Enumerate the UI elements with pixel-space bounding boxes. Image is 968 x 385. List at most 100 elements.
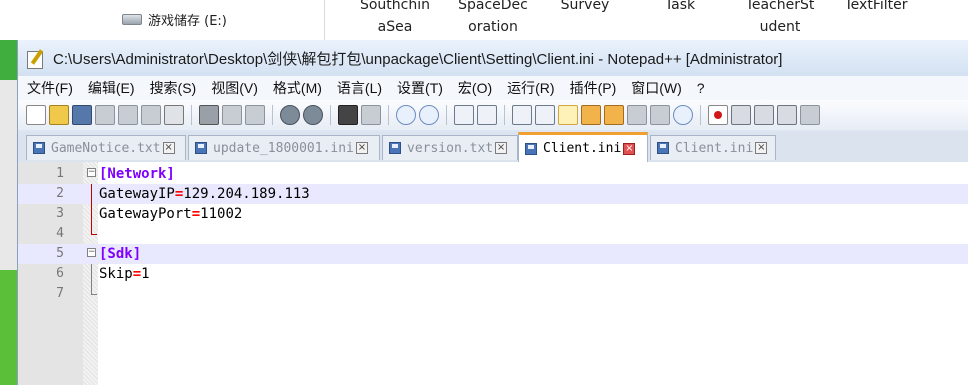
close-tab-icon[interactable]: × bbox=[755, 142, 768, 154]
close-tab-icon[interactable]: × bbox=[623, 142, 636, 155]
copy-icon[interactable] bbox=[222, 105, 242, 125]
line-number: 1 bbox=[56, 166, 64, 181]
folder-item[interactable]: SpaceDec oration bbox=[448, 0, 538, 38]
folder-item[interactable]: Survey bbox=[545, 0, 625, 16]
code-text: GatewayPort=11002 bbox=[99, 204, 242, 224]
fold-collapse-icon[interactable]: − bbox=[87, 168, 96, 177]
cut-icon[interactable] bbox=[199, 105, 219, 125]
menu-help[interactable]: ? bbox=[688, 80, 711, 96]
indent-guide-icon[interactable] bbox=[558, 105, 578, 125]
menu-window[interactable]: 窗口(W) bbox=[622, 78, 688, 98]
folder-item[interactable]: Southchin aSea bbox=[350, 0, 440, 38]
save-icon[interactable] bbox=[72, 105, 92, 125]
tab-client-ini-active[interactable]: Client.ini × bbox=[518, 132, 648, 162]
text-editor[interactable]: 1 − [Network] 2 GatewayIP=129.204.189.11… bbox=[18, 162, 968, 385]
code-text: Skip=1 bbox=[99, 264, 150, 284]
fold-line bbox=[91, 264, 92, 284]
macro-record-icon[interactable] bbox=[708, 105, 728, 125]
line-number: 3 bbox=[56, 206, 64, 221]
notepad-app-icon bbox=[27, 49, 47, 69]
folder-name-line1: Survey bbox=[560, 0, 610, 13]
code-line[interactable]: 7 bbox=[18, 284, 968, 304]
menu-file[interactable]: 文件(F) bbox=[18, 78, 79, 98]
line-number: 2 bbox=[56, 186, 64, 201]
menu-edit[interactable]: 编辑(E) bbox=[79, 78, 141, 98]
paste-icon[interactable] bbox=[245, 105, 265, 125]
menu-language[interactable]: 语言(L) bbox=[328, 78, 388, 98]
macro-run-multiple-icon[interactable] bbox=[777, 105, 797, 125]
new-file-icon[interactable] bbox=[26, 105, 46, 125]
background-window-edge bbox=[0, 0, 17, 385]
tab-label: version.txt bbox=[407, 140, 494, 156]
fold-line bbox=[91, 224, 92, 234]
editor-lines: 1 − [Network] 2 GatewayIP=129.204.189.11… bbox=[18, 164, 968, 304]
document-map-icon[interactable] bbox=[581, 105, 601, 125]
save-all-icon[interactable] bbox=[95, 105, 115, 125]
fold-line-end bbox=[91, 294, 97, 295]
drive-item-e[interactable]: 游戏储存 (E:) bbox=[122, 10, 227, 29]
replace-icon[interactable] bbox=[361, 105, 381, 125]
code-line[interactable]: 4 bbox=[18, 224, 968, 244]
code-line[interactable]: 3 GatewayPort=11002 bbox=[18, 204, 968, 224]
menu-macro[interactable]: 宏(O) bbox=[449, 78, 498, 98]
line-number: 7 bbox=[56, 286, 64, 301]
tab-label: Client.ini bbox=[675, 140, 754, 156]
toolbar-separator bbox=[388, 105, 389, 125]
macro-stop-icon[interactable] bbox=[731, 105, 751, 125]
code-text: [Network] bbox=[99, 164, 175, 184]
menu-search[interactable]: 搜索(S) bbox=[141, 78, 203, 98]
fold-line bbox=[91, 184, 92, 204]
close-tab-icon[interactable]: × bbox=[355, 142, 368, 154]
tab-label: update_1800001.ini bbox=[213, 140, 354, 156]
close-tab-icon[interactable]: × bbox=[495, 142, 508, 154]
fold-line bbox=[91, 204, 92, 224]
eye-icon[interactable] bbox=[673, 105, 693, 125]
menu-view[interactable]: 视图(V) bbox=[202, 78, 264, 98]
folder-item[interactable]: Task bbox=[645, 0, 715, 16]
folder-item[interactable]: TextFilter bbox=[836, 0, 916, 16]
macro-save-icon[interactable] bbox=[800, 105, 820, 125]
sync-vertical-icon[interactable] bbox=[454, 105, 474, 125]
folder-item[interactable]: TeacherSt udent bbox=[735, 0, 825, 38]
folder-name-line2: aSea bbox=[377, 19, 413, 35]
ini-key: Skip bbox=[99, 266, 133, 282]
code-line[interactable]: 6 Skip=1 bbox=[18, 264, 968, 284]
close-all-icon[interactable] bbox=[141, 105, 161, 125]
tab-update[interactable]: update_1800001.ini × bbox=[188, 135, 380, 160]
close-tab-icon[interactable]: × bbox=[162, 142, 175, 154]
window-title: C:\Users\Administrator\Desktop\剑侠\解包打包\u… bbox=[53, 50, 783, 68]
function-list-icon[interactable] bbox=[604, 105, 624, 125]
sync-horizontal-icon[interactable] bbox=[477, 105, 497, 125]
title-bar[interactable]: C:\Users\Administrator\Desktop\剑侠\解包打包\u… bbox=[18, 40, 968, 76]
menu-run[interactable]: 运行(R) bbox=[498, 78, 560, 98]
macro-play-icon[interactable] bbox=[754, 105, 774, 125]
tab-client-ini[interactable]: Client.ini × bbox=[650, 135, 776, 160]
tab-gamenotice[interactable]: GameNotice.txt × bbox=[26, 135, 186, 160]
code-line-current[interactable]: 2 GatewayIP=129.204.189.113 bbox=[18, 184, 968, 204]
undo-icon[interactable] bbox=[280, 105, 300, 125]
code-line[interactable]: 5 − [Sdk] bbox=[18, 244, 968, 264]
ini-section: [Sdk] bbox=[99, 246, 142, 262]
zoom-out-icon[interactable] bbox=[419, 105, 439, 125]
redo-icon[interactable] bbox=[303, 105, 323, 125]
zoom-in-icon[interactable] bbox=[396, 105, 416, 125]
print-icon[interactable] bbox=[164, 105, 184, 125]
monitor-icon[interactable] bbox=[650, 105, 670, 125]
show-all-chars-icon[interactable] bbox=[535, 105, 555, 125]
close-file-icon[interactable] bbox=[118, 105, 138, 125]
folder-workspace-icon[interactable] bbox=[627, 105, 647, 125]
tab-version[interactable]: version.txt × bbox=[382, 135, 518, 160]
find-icon[interactable] bbox=[338, 105, 358, 125]
folder-name-line1: Task bbox=[664, 0, 696, 13]
menu-settings[interactable]: 设置(T) bbox=[388, 78, 449, 98]
toolbar-separator bbox=[272, 105, 273, 125]
ini-value: 11002 bbox=[200, 206, 243, 222]
fold-collapse-icon[interactable]: − bbox=[87, 248, 96, 257]
ini-key: GatewayPort bbox=[99, 206, 192, 222]
menu-plugins[interactable]: 插件(P) bbox=[561, 78, 623, 98]
word-wrap-icon[interactable] bbox=[512, 105, 532, 125]
toolbar-separator bbox=[446, 105, 447, 125]
code-line[interactable]: 1 − [Network] bbox=[18, 164, 968, 184]
menu-format[interactable]: 格式(M) bbox=[264, 78, 328, 98]
open-file-icon[interactable] bbox=[49, 105, 69, 125]
